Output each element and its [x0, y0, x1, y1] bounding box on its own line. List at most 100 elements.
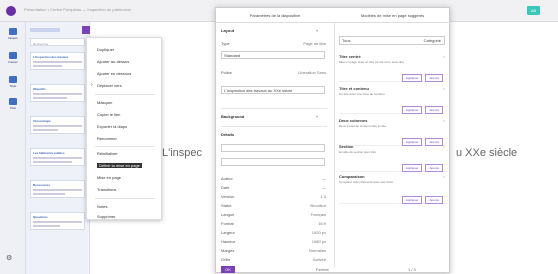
menu-item[interactable]: Exporter la diapo: [97, 124, 127, 129]
chevron-up-icon[interactable]: ˄: [316, 28, 318, 33]
layout-card-title: Deux colonnes: [339, 118, 368, 123]
rail-label: Plus: [10, 106, 16, 110]
detail-value[interactable]: Activée: [276, 257, 326, 262]
field-label: Police: [221, 70, 232, 75]
layout-card-title: Section: [339, 144, 354, 149]
preview-button[interactable]: Aperçu: [425, 196, 443, 204]
close-button[interactable]: Fermer: [316, 267, 329, 272]
close-icon[interactable]: ×: [443, 54, 445, 59]
slide-thumb-6[interactable]: Questions: [30, 212, 85, 230]
menu-item[interactable]: Transitions: [97, 187, 116, 192]
slide-thumb-title: Objectifs: [33, 87, 46, 91]
add-slide-button[interactable]: [82, 26, 90, 34]
details-input-1[interactable]: [221, 144, 325, 152]
menu-item[interactable]: Notes: [97, 204, 107, 209]
preview-button[interactable]: Aperçu: [425, 106, 443, 114]
slide-thumb-3[interactable]: Chronologie: [30, 116, 85, 134]
field-value[interactable]: Liberation Sans: [266, 70, 326, 75]
field-value[interactable]: Page de titre: [276, 41, 326, 46]
detail-label: Langue: [221, 212, 235, 217]
menu-item[interactable]: Déplacer vers: [97, 83, 122, 88]
slide-thumb-5[interactable]: Ressources: [30, 180, 85, 198]
apply-button[interactable]: Appliquer: [401, 74, 423, 82]
layout-card[interactable]: Deux colonnes Deux zones de contenu côte…: [339, 118, 445, 146]
menu-item[interactable]: Ajouter en dessous: [97, 71, 131, 76]
layout-card-desc: Comparer deux éléments avec des titres: [339, 180, 393, 184]
pagination[interactable]: 1 / 3: [408, 267, 416, 272]
layout-card[interactable]: Titre centré Mise en page avec un titre …: [339, 54, 445, 82]
rail-slides[interactable]: Diapos: [5, 28, 21, 40]
menu-item[interactable]: Dupliquer: [97, 47, 114, 52]
document-title[interactable]: Présentation • Centre Pompidou — Inspect…: [24, 7, 184, 12]
slide-thumb-title: Ressources: [33, 183, 51, 187]
apply-button[interactable]: Appliquer: [401, 106, 423, 114]
layout-card[interactable]: Section En-tête de section avec titre × …: [339, 144, 445, 172]
menu-item[interactable]: Mise en page: [97, 175, 121, 180]
detail-value[interactable]: 1920 px: [276, 230, 326, 235]
layout-filter-select[interactable]: Tous Catégorie: [339, 36, 445, 45]
title-value: L'inspection des travaux au XXe siècle: [224, 88, 293, 93]
layout-card-title: Titre et contenu: [339, 86, 369, 91]
slide-thumb-4[interactable]: Les bâtiments publics: [30, 148, 85, 166]
title-input[interactable]: L'inspection des travaux au XXe siècle: [221, 86, 325, 94]
rail-insert[interactable]: Insérer: [5, 52, 21, 64]
layout-card-desc: Un titre avec une zone de contenu: [339, 92, 385, 96]
apply-button[interactable]: Appliquer: [401, 164, 423, 172]
slide-title-right: u XXe siècle: [456, 147, 518, 159]
slide-thumb-2[interactable]: Objectifs: [30, 84, 85, 102]
detail-value[interactable]: Français: [276, 212, 326, 217]
tab-slide-settings[interactable]: Paramètres de la diapositive: [216, 13, 334, 18]
menu-item[interactable]: Supprimer: [97, 214, 115, 219]
slide-title-left: L'inspec: [162, 147, 203, 159]
app-logo-icon[interactable]: [6, 6, 16, 16]
settings-icon[interactable]: ⚙: [6, 254, 18, 264]
theme-value: Standard: [224, 53, 241, 58]
avatar[interactable]: AB: [527, 6, 540, 15]
detail-value[interactable]: —: [276, 185, 326, 190]
menu-item[interactable]: Réinitialiser: [97, 151, 118, 156]
rail-more[interactable]: Plus: [5, 98, 21, 110]
menu-item[interactable]: Copier le lien: [97, 112, 120, 117]
menu-item[interactable]: Masquer: [97, 100, 113, 105]
slide-thumb-1[interactable]: L'inspection des travaux: [30, 52, 85, 70]
close-icon[interactable]: ×: [443, 174, 445, 179]
close-icon[interactable]: ×: [443, 86, 445, 91]
detail-label: Statut: [221, 203, 232, 208]
apply-button[interactable]: Appliquer: [401, 196, 423, 204]
close-icon[interactable]: ×: [443, 118, 445, 123]
rail-label: Diapos: [8, 36, 18, 40]
layout-card-desc: En-tête de section avec titre: [339, 150, 377, 154]
layout-card[interactable]: Titre et contenu Un titre avec une zone …: [339, 86, 445, 114]
preview-button[interactable]: Aperçu: [425, 164, 443, 172]
detail-label: Version: [221, 194, 235, 199]
detail-label: Largeur: [221, 230, 235, 235]
preview-button[interactable]: Aperçu: [425, 74, 443, 82]
ok-button[interactable]: OK: [221, 266, 235, 273]
theme-select[interactable]: Standard: [221, 51, 325, 59]
detail-value[interactable]: Brouillon: [276, 203, 326, 208]
layout-card[interactable]: Comparaison Comparer deux éléments avec …: [339, 174, 445, 204]
detail-value[interactable]: 16:9: [276, 221, 326, 226]
tab-suggested-layouts[interactable]: Modèles de mise en page suggérés: [334, 13, 451, 18]
detail-value[interactable]: Normales: [276, 248, 326, 253]
details-input-2[interactable]: [221, 158, 325, 166]
details-section-title: Détails: [221, 132, 235, 137]
close-icon[interactable]: ×: [443, 144, 445, 149]
slide-thumb-title: Chronologie: [33, 119, 51, 123]
chevron-down-icon[interactable]: ˅: [316, 114, 318, 119]
detail-value[interactable]: 1080 px: [276, 239, 326, 244]
slide-thumb-title: Questions: [33, 215, 48, 219]
detail-value[interactable]: 1.0: [276, 194, 326, 199]
detail-value[interactable]: —: [276, 176, 326, 181]
rail-style[interactable]: Style: [5, 76, 21, 88]
menu-item[interactable]: Renommer: [97, 136, 117, 141]
menu-item-selected[interactable]: Définir la mise en page: [97, 163, 142, 168]
slides-icon: [9, 28, 17, 35]
menu-item[interactable]: Ajouter au-dessus: [97, 59, 129, 64]
layout-card-desc: Mise en page avec un titre centré et un …: [339, 60, 405, 64]
insert-icon: [9, 52, 17, 59]
slides-search-input[interactable]: Rechercher: [30, 38, 85, 46]
detail-label: Grille: [221, 257, 231, 262]
detail-label: Hauteur: [221, 239, 236, 244]
filter-label: Tous: [342, 38, 351, 43]
